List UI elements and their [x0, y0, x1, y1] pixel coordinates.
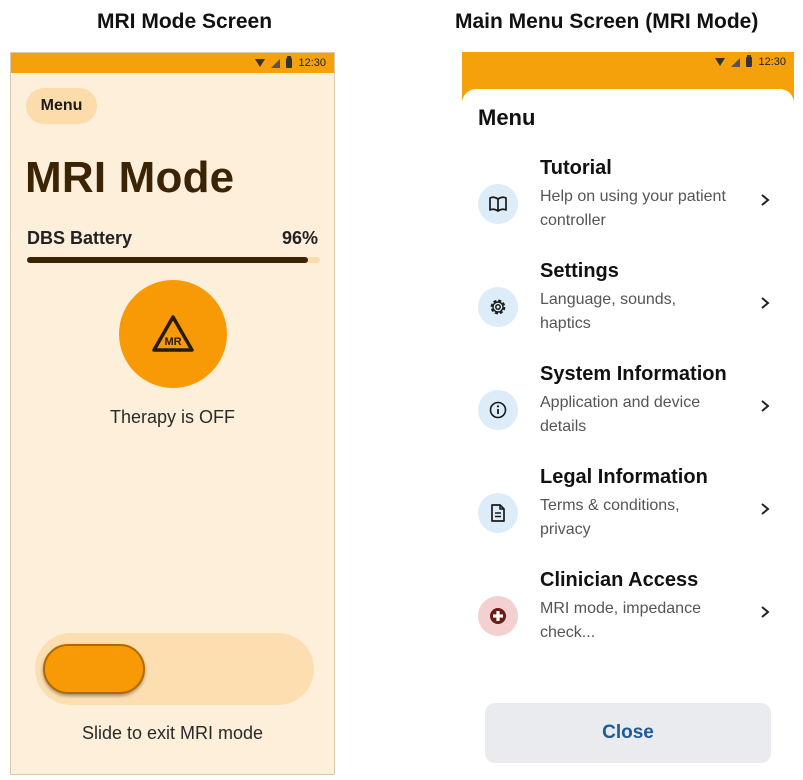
menu-item-title: Clinician Access [540, 569, 699, 591]
exit-mri-slider-handle[interactable] [43, 644, 145, 694]
medical-cross-icon [478, 596, 518, 636]
slider-instruction-text: Slide to exit MRI mode [81, 723, 264, 743]
battery-row: DBS Battery 96% [27, 228, 318, 249]
chevron-right-icon [761, 297, 770, 309]
menu-title: Menu [478, 105, 536, 130]
menu-item-title: Legal Information [540, 466, 708, 488]
menu-item-system-information[interactable]: System Information Application and devic… [462, 363, 794, 463]
gear-icon [478, 287, 518, 327]
phone-battery-icon [286, 56, 293, 68]
therapy-status-text: Therapy is OFF [109, 407, 236, 427]
menu-item-title: System Information [540, 363, 727, 385]
menu-button[interactable]: Menu [26, 88, 97, 124]
menu-item-description: Application and device details [540, 394, 701, 435]
menu-item-legal-information[interactable]: Legal Information Terms & conditions, pr… [462, 466, 794, 566]
status-time: 12:30 [758, 56, 786, 68]
phone-battery-icon [746, 55, 753, 67]
info-icon [478, 390, 518, 430]
mri-mode-screen: 12:30 Menu MRI Mode DBS Battery 96% MR T… [10, 52, 335, 775]
status-bar: 12:30 [462, 52, 794, 72]
menu-item-description: Language, sounds, haptics [540, 291, 677, 332]
wifi-icon [715, 58, 726, 66]
left-screen-caption: MRI Mode Screen [97, 10, 273, 33]
main-menu-screen: 12:30 Menu Tutorial Help on using your p… [462, 52, 794, 780]
menu-item-title: Settings [540, 260, 619, 282]
document-icon [478, 493, 518, 533]
chevron-right-icon [761, 503, 770, 515]
close-button[interactable]: Close [485, 703, 771, 763]
menu-item-description: MRI mode, impedance check... [540, 600, 701, 641]
menu-item-clinician-access[interactable]: Clinician Access MRI mode, impedance che… [462, 569, 794, 669]
wifi-icon [255, 59, 266, 67]
menu-item-description: Help on using your patient controller [540, 188, 726, 229]
menu-item-settings[interactable]: Settings Language, sounds, haptics [462, 260, 794, 360]
menu-item-tutorial[interactable]: Tutorial Help on using your patient cont… [462, 157, 794, 257]
mr-icon-text: MR [164, 336, 181, 348]
signal-icon [731, 57, 741, 67]
menu-item-title: Tutorial [540, 157, 612, 179]
book-icon [478, 184, 518, 224]
page-title: MRI Mode [25, 153, 235, 202]
menu-sheet: Menu Tutorial Help on using your patient… [462, 89, 794, 780]
battery-progress-bar [27, 257, 320, 263]
signal-icon [271, 58, 281, 68]
chevron-right-icon [761, 194, 770, 206]
battery-progress-fill [27, 257, 309, 263]
status-bar: 12:30 [11, 53, 334, 73]
chevron-right-icon [761, 606, 770, 618]
battery-label: DBS Battery [27, 228, 133, 248]
mri-status-badge: MR [119, 280, 227, 388]
chevron-right-icon [761, 400, 770, 412]
right-screen-caption: Main Menu Screen (MRI Mode) [455, 10, 759, 33]
battery-value: 96% [281, 228, 318, 248]
mr-conditional-icon: MR [152, 315, 194, 352]
menu-item-description: Terms & conditions, privacy [540, 497, 680, 538]
status-time: 12:30 [298, 57, 326, 69]
